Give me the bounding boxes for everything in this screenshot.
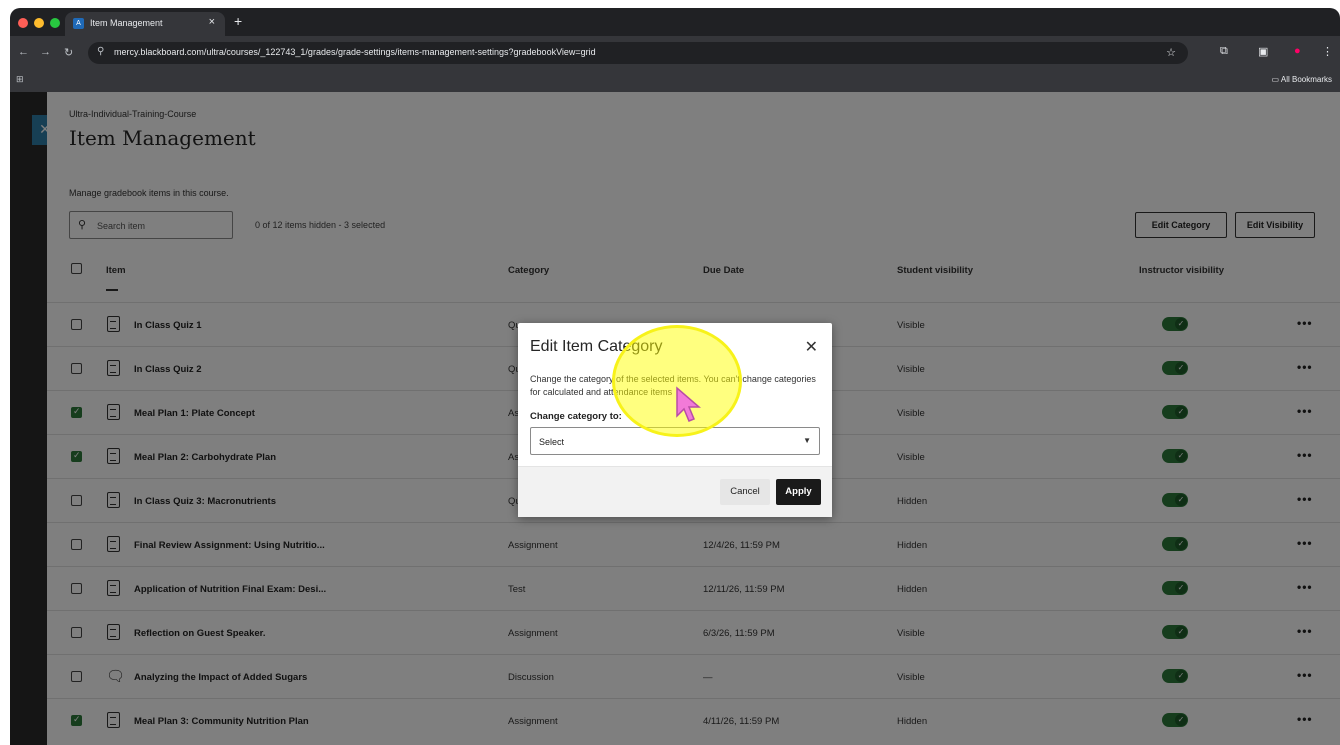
menu-icon[interactable]: ⋮ (1322, 45, 1333, 58)
address-bar: ← → ↻ ⚲ mercy.blackboard.com/ultra/cours… (10, 36, 1340, 70)
mouse-pointer-icon (676, 386, 702, 422)
url-input[interactable]: ⚲ mercy.blackboard.com/ultra/courses/_12… (88, 42, 1188, 64)
apply-button[interactable]: Apply (776, 479, 821, 505)
maximize-window-icon[interactable] (50, 18, 60, 28)
tab-title: Item Management (90, 18, 163, 28)
new-tab-button[interactable]: + (234, 13, 242, 29)
category-select-value: Select (539, 437, 565, 447)
bookmarks-bar: ⊞ ▭ All Bookmarks (10, 70, 1340, 92)
all-bookmarks-link[interactable]: ▭ All Bookmarks (1272, 75, 1332, 84)
reload-icon[interactable]: ↻ (64, 46, 73, 59)
minimize-window-icon[interactable] (34, 18, 44, 28)
cancel-button[interactable]: Cancel (720, 479, 770, 505)
tab-close-icon[interactable]: × (209, 16, 215, 28)
bookmark-star-icon[interactable]: ☆ (1166, 46, 1176, 59)
all-bookmarks-label: All Bookmarks (1280, 75, 1332, 84)
forward-icon[interactable]: → (40, 46, 51, 58)
extensions-icon[interactable]: ⧉ (1220, 45, 1228, 58)
close-window-icon[interactable] (18, 18, 28, 28)
profile-avatar-icon[interactable]: ● (1294, 45, 1301, 57)
back-icon[interactable]: ← (18, 46, 29, 58)
reading-mode-icon[interactable]: ▣ (1258, 45, 1268, 58)
dialog-close-icon[interactable]: ✕ (805, 337, 818, 357)
url-text: mercy.blackboard.com/ultra/courses/_1227… (114, 47, 596, 57)
blackboard-favicon-icon: A (73, 18, 84, 29)
dialog-footer: Cancel Apply (518, 466, 832, 517)
tab-bar: A Item Management × + (10, 8, 1340, 36)
browser-tab[interactable]: A Item Management × (65, 12, 225, 36)
browser-window: A Item Management × + ← → ↻ ⚲ mercy.blac… (10, 8, 1340, 745)
category-field-label: Change category to: (530, 411, 622, 422)
apps-grid-icon[interactable]: ⊞ (16, 74, 24, 85)
site-settings-icon[interactable]: ⚲ (97, 46, 104, 57)
chevron-down-icon: ▼ (803, 436, 811, 445)
